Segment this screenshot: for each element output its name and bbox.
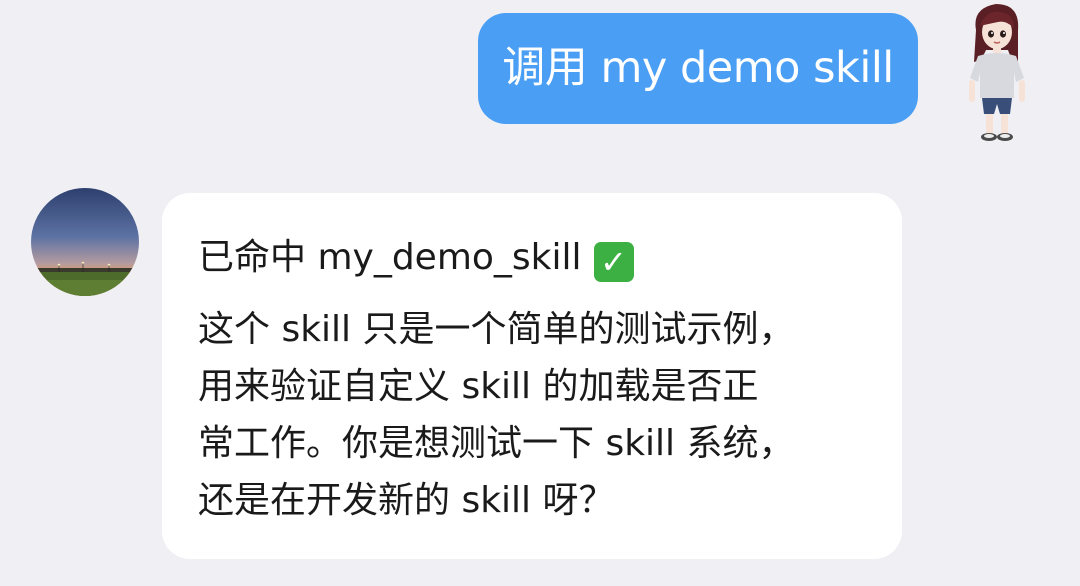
check-mark-button-icon: ✓ (593, 242, 634, 282)
message-body: 这个 skill 只是一个简单的测试示例， 用来验证自定义 skill 的加载是… (198, 301, 858, 529)
incoming-message-bubble[interactable]: 已命中 my_demo_skill ✓ 这个 skill 只是一个简单的测试示例，… (162, 193, 902, 559)
message-line: 常工作。你是想测试一下 skill 系统， (198, 423, 795, 464)
message-line: 这个 skill 只是一个简单的测试示例， (198, 309, 795, 350)
skill-hit-line: 已命中 my_demo_skill ✓ (198, 226, 872, 290)
message-line: 还是在开发新的 skill 呀？ (198, 480, 615, 521)
skill-hit-text: 已命中 my_demo_skill (198, 237, 582, 278)
message-line: 用来验证自定义 skill 的加载是否正 (198, 366, 759, 407)
chat-thread: 调用 my demo skill 已命中 my_demo_skill ✓ 这个 … (0, 0, 1080, 586)
user-avatar[interactable] (958, 0, 1036, 146)
outgoing-message-bubble[interactable]: 调用 my demo skill (478, 13, 918, 124)
outgoing-message-text: 调用 my demo skill (502, 43, 894, 93)
bot-avatar[interactable] (31, 188, 139, 296)
